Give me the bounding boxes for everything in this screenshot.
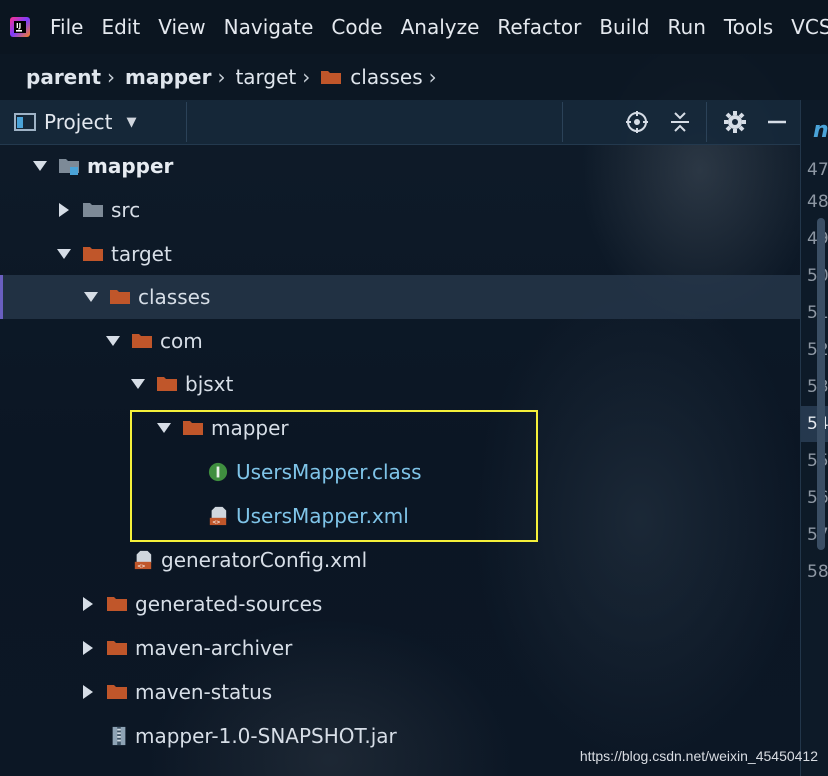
breadcrumb-target[interactable]: target [235, 65, 296, 89]
expanded-arrow-icon[interactable] [33, 159, 47, 173]
menu-file[interactable]: File [50, 15, 83, 39]
breadcrumb-classes[interactable]: classes [320, 65, 423, 89]
line-number: 48 [807, 192, 828, 212]
tree-row-maven-status[interactable]: maven-status [0, 670, 800, 714]
menu-run[interactable]: Run [668, 15, 706, 39]
gear-icon[interactable] [723, 110, 747, 134]
editor-tab-fragment[interactable]: n [813, 118, 828, 143]
breadcrumb: parent › mapper › target › classes › [0, 54, 828, 100]
tree-row-maven-archiver[interactable]: maven-archiver [0, 626, 800, 670]
folder-orange-icon [107, 641, 127, 655]
menu-build[interactable]: Build [599, 15, 649, 39]
tree-label: mapper-1.0-SNAPSHOT.jar [135, 724, 397, 748]
watermark-url: https://blog.csdn.net/weixin_45450412 [579, 748, 818, 764]
xml-file-icon: <> [134, 550, 152, 570]
menu-refactor[interactable]: Refactor [497, 15, 581, 39]
folder-gray-icon [83, 203, 103, 217]
tree-label: classes [138, 285, 211, 309]
folder-orange-icon [83, 247, 103, 261]
collapsed-arrow-icon[interactable] [81, 685, 95, 699]
tree-row-classes[interactable]: classes [0, 275, 800, 319]
menu-analyze[interactable]: Analyze [401, 15, 480, 39]
toolbar-divider [706, 102, 707, 142]
minimize-icon[interactable] [765, 110, 789, 134]
tree-label: src [111, 198, 141, 222]
breadcrumb-classes-label: classes [350, 65, 423, 89]
menu-code[interactable]: Code [331, 15, 382, 39]
tree-label: generated-sources [135, 592, 323, 616]
menu-view[interactable]: View [158, 15, 205, 39]
menu-edit[interactable]: Edit [101, 15, 140, 39]
folder-orange-icon [107, 685, 127, 699]
project-window-icon [14, 113, 36, 131]
tree-row-generatorconfig-xml[interactable]: <> generatorConfig.xml [0, 538, 800, 582]
chevron-right-icon: › [428, 65, 437, 89]
svg-text:IJ: IJ [16, 22, 21, 30]
tree-row-mapper-module[interactable]: mapper [0, 144, 800, 188]
editor-gutter: n 47 48 49 50 51 52 53 54 55 56 57 58 [800, 100, 828, 776]
tree-label: bjsxt [185, 372, 234, 396]
tree-row-generated-sources[interactable]: generated-sources [0, 582, 800, 626]
breadcrumb-parent[interactable]: parent [26, 65, 101, 89]
tree-label: maven-archiver [135, 636, 293, 660]
collapsed-arrow-icon[interactable] [81, 597, 95, 611]
expanded-arrow-icon[interactable] [106, 334, 120, 348]
vertical-scrollbar[interactable] [817, 218, 825, 550]
collapsed-arrow-icon[interactable] [57, 203, 71, 217]
tree-label: mapper [87, 154, 174, 178]
project-toolbar: Project ▼ [0, 100, 800, 145]
folder-orange-icon [107, 597, 127, 611]
folder-orange-icon [321, 71, 342, 84]
menu-tools[interactable]: Tools [724, 15, 773, 39]
tree-row-com[interactable]: com [0, 319, 800, 363]
folder-orange-icon [157, 377, 177, 391]
breadcrumb-mapper[interactable]: mapper [125, 65, 211, 89]
chevron-right-icon: › [302, 65, 311, 89]
folder-orange-icon [132, 334, 152, 348]
project-view-title[interactable]: Project [44, 110, 112, 134]
intellij-logo-icon: IJ [10, 17, 30, 37]
collapsed-arrow-icon[interactable] [81, 641, 95, 655]
svg-text:<>: <> [138, 563, 146, 570]
toolbar-divider [186, 102, 187, 142]
expanded-arrow-icon[interactable] [131, 377, 145, 391]
tree-row-bjsxt[interactable]: bjsxt [0, 362, 800, 406]
dropdown-caret-icon[interactable]: ▼ [126, 115, 136, 130]
menu-navigate[interactable]: Navigate [224, 15, 314, 39]
menu-bar: IJ File Edit View Navigate Code Analyze … [0, 0, 828, 54]
tree-row-target[interactable]: target [0, 232, 800, 276]
tree-label: com [160, 329, 203, 353]
expanded-arrow-icon[interactable] [57, 247, 71, 261]
line-number: 47 [807, 160, 828, 180]
expanded-arrow-icon[interactable] [84, 290, 98, 304]
tree-label: maven-status [135, 680, 273, 704]
tree-label: generatorConfig.xml [161, 548, 368, 572]
line-number: 58 [807, 562, 828, 582]
jar-file-icon [112, 726, 126, 746]
folder-orange-icon [110, 290, 130, 304]
locate-target-icon[interactable] [625, 110, 649, 134]
chevron-right-icon: › [217, 65, 226, 89]
chevron-right-icon: › [107, 65, 116, 89]
collapse-all-icon[interactable] [668, 110, 692, 134]
tree-row-src[interactable]: src [0, 188, 800, 232]
annotation-highlight-box [130, 410, 538, 542]
toolbar-divider [562, 102, 563, 142]
menu-vcs[interactable]: VCS [791, 15, 828, 39]
tree-label: target [111, 242, 172, 266]
module-folder-icon [59, 159, 79, 175]
